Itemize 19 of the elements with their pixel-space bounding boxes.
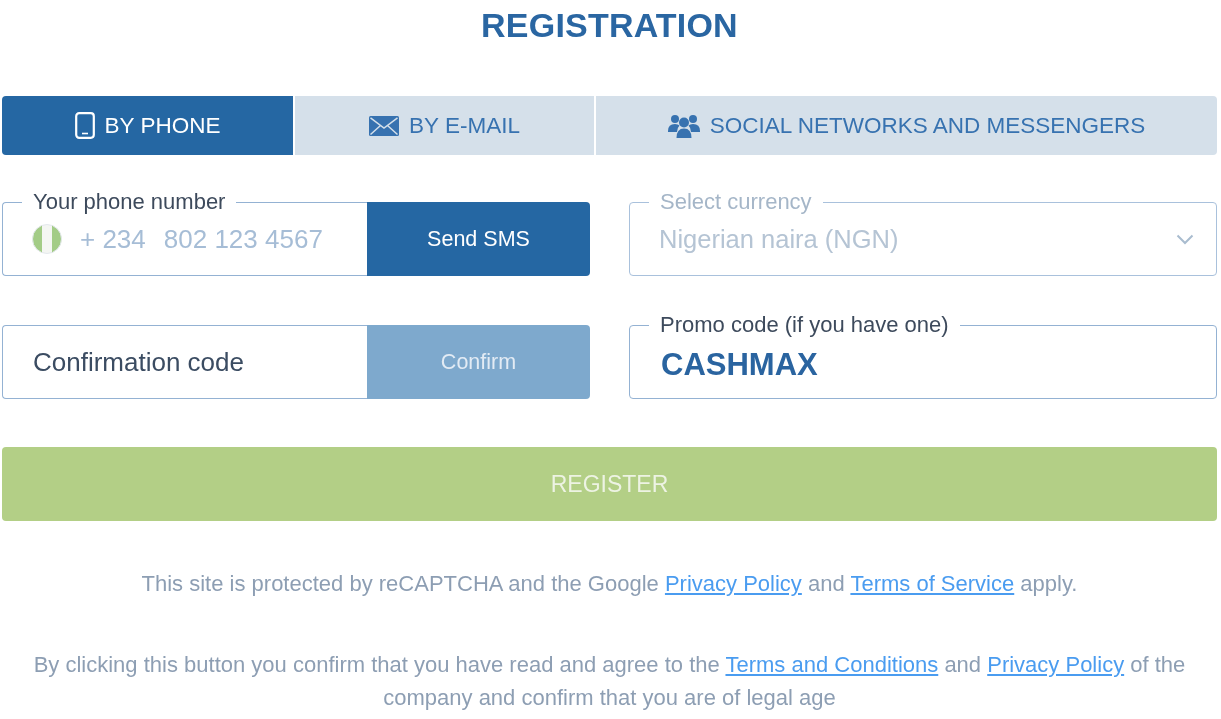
page-title: REGISTRATION: [480, 5, 739, 46]
tab[interactable]: BY E-MAIL: [295, 96, 594, 155]
text-link[interactable]: Privacy Policy: [664, 571, 802, 596]
tab[interactable]: SOCIAL NETWORKS AND MESSENGERS: [596, 96, 1217, 155]
envelope-icon: [369, 115, 400, 136]
people-icon: [667, 113, 700, 138]
chevron-down-icon: [1176, 233, 1194, 245]
notice-text: This site is protected by reCAPTCHA and the Google Privacy Policy and Terms of Service apply.: [140, 570, 1079, 598]
send-sms-button[interactable]: Send SMS: [367, 202, 590, 276]
flag-icon: [32, 224, 62, 254]
text-link[interactable]: Terms and Conditions: [725, 652, 939, 677]
text-link[interactable]: Privacy Policy: [987, 652, 1125, 677]
country-code: + 234: [80, 223, 146, 255]
text-link[interactable]: Terms of Service: [850, 571, 1015, 596]
phone-number-input[interactable]: 802 123 4567: [163, 223, 367, 255]
notice-text: By clicking this button you confirm that you have read and agree to the Terms and Conditions and Privacy Policy of the company and confirm that you are of legal age: [32, 651, 1187, 712]
phone-icon: [74, 112, 95, 139]
confirmation-code-field[interactable]: Confirmation code: [2, 325, 367, 399]
tab[interactable]: BY PHONE: [2, 96, 293, 155]
